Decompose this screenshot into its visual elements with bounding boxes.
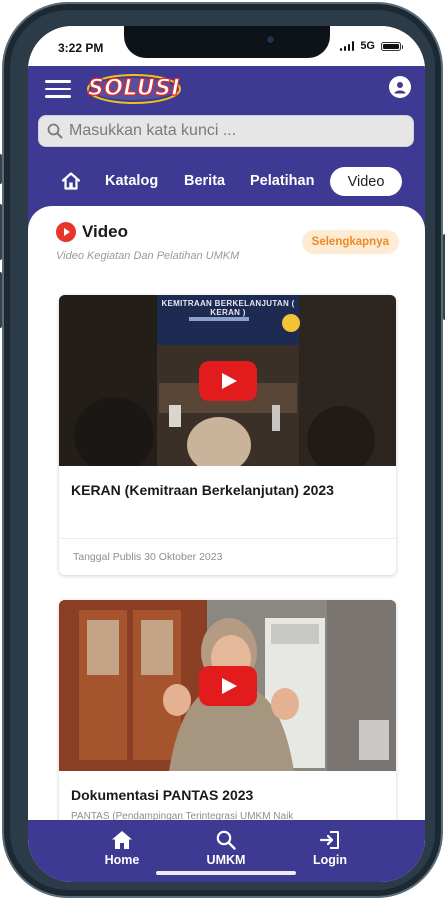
video-play-icon — [56, 222, 76, 242]
home-icon — [112, 831, 132, 849]
bottom-tab-login[interactable]: Login — [295, 830, 365, 867]
bottom-tab-label: UMKM — [206, 853, 246, 867]
battery-icon — [381, 41, 403, 51]
bottom-tab-label: Home — [104, 853, 140, 867]
app-screen: 3:22 PM 5G SOLUSI Masukkan kata kunci ..… — [28, 26, 425, 882]
section-header: Video — [56, 222, 128, 242]
search-icon — [47, 123, 63, 139]
video-thumbnail[interactable]: KEMITRAAN BERKELANJUTAN ( KERAN ) — [59, 295, 396, 466]
phone-frame: 3:22 PM 5G SOLUSI Masukkan kata kunci ..… — [0, 2, 445, 898]
publish-date: Tanggal Publis 30 Oktober 2023 — [73, 551, 223, 563]
tab-katalog[interactable]: Katalog — [105, 173, 158, 189]
volume-down-button — [0, 272, 2, 328]
status-time: 3:22 PM — [58, 41, 104, 55]
tab-video[interactable]: Video — [330, 167, 402, 196]
see-more-button[interactable]: Selengkapnya — [301, 230, 399, 254]
user-icon — [394, 81, 406, 93]
notch — [124, 26, 330, 58]
home-indicator[interactable] — [156, 870, 296, 875]
search-bar[interactable] — [38, 115, 414, 147]
thumbnail-caption: KEMITRAAN BERKELANJUTAN ( KERAN ) — [161, 299, 295, 317]
tab-berita[interactable]: Berita — [184, 173, 225, 189]
video-card[interactable]: Dokumentasi PANTAS 2023 PANTAS (Pendampi… — [59, 600, 396, 840]
category-nav: Katalog Berita Pelatihan Video — [28, 167, 425, 199]
youtube-play-icon[interactable] — [198, 360, 257, 401]
volume-up-button — [0, 204, 2, 260]
bottom-tab-home[interactable]: Home — [87, 830, 157, 867]
video-title: KERAN (Kemitraan Berkelanjutan) 2023 — [71, 482, 334, 498]
status-indicators: 5G — [339, 40, 403, 52]
bottom-tab-label: Login — [312, 853, 347, 867]
search-icon — [216, 830, 236, 850]
video-title: Dokumentasi PANTAS 2023 — [71, 787, 254, 803]
user-account-button[interactable] — [389, 76, 411, 98]
logo-text: SOLUSI — [87, 75, 181, 101]
tab-pelatihan[interactable]: Pelatihan — [250, 173, 314, 189]
section-subtitle: Video Kegiatan Dan Pelatihan UMKM — [56, 250, 240, 262]
network-type: 5G — [360, 40, 375, 52]
status-bar: 3:22 PM 5G — [28, 26, 425, 66]
bottom-tab-umkm[interactable]: UMKM — [191, 830, 261, 867]
mute-switch — [0, 154, 2, 184]
youtube-play-icon[interactable] — [198, 665, 257, 706]
menu-icon[interactable] — [45, 80, 71, 98]
app-logo: SOLUSI — [86, 70, 182, 108]
video-thumbnail[interactable] — [59, 600, 396, 771]
main-content: Video Video Kegiatan Dan Pelatihan UMKM … — [28, 206, 425, 846]
video-card[interactable]: KEMITRAAN BERKELANJUTAN ( KERAN ) KERAN … — [59, 295, 396, 575]
section-title: Video — [82, 222, 128, 241]
home-icon[interactable] — [61, 171, 81, 191]
front-camera — [265, 34, 276, 45]
signal-icon — [339, 41, 355, 51]
bottom-navigation: Home UMKM Login — [28, 820, 425, 882]
search-input[interactable] — [69, 122, 389, 140]
login-icon — [319, 831, 339, 849]
